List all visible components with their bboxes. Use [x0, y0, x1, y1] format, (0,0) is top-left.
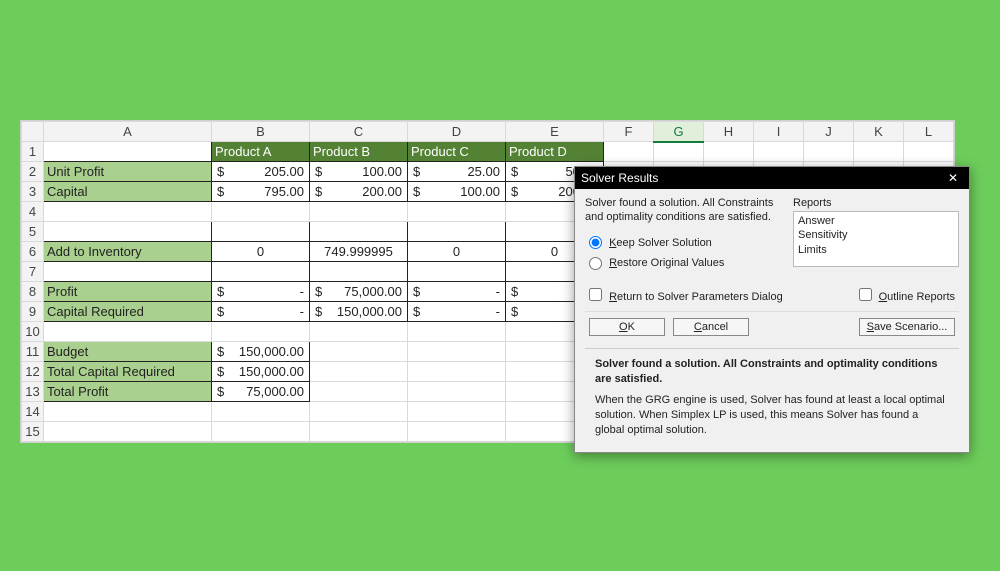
cell-B2[interactable]: $205.00	[212, 162, 310, 182]
cell-A1[interactable]	[44, 142, 212, 162]
checkbox-outline-reports[interactable]: Outline Reports	[859, 288, 956, 303]
solver-info-body: When the GRG engine is used, Solver has …	[595, 393, 949, 438]
radio-keep-solution[interactable]: Keep Solver Solution	[589, 237, 712, 249]
cell-D2[interactable]: $25.00	[408, 162, 506, 182]
cell-A12[interactable]: Total Capital Required	[44, 362, 212, 382]
report-option-limits[interactable]: Limits	[798, 243, 954, 257]
cell-D9[interactable]: $-	[408, 302, 506, 322]
solver-results-dialog: Solver Results ✕ Solver found a solution…	[574, 166, 970, 453]
colhead-B[interactable]: B	[212, 122, 310, 142]
row-1: 1 Product A Product B Product C Product …	[22, 142, 954, 162]
save-scenario-button[interactable]: Save Scenario...	[859, 318, 955, 336]
cell-E1[interactable]: Product D	[506, 142, 604, 162]
radio-restore-input[interactable]	[589, 257, 602, 270]
colhead-J[interactable]: J	[804, 122, 854, 142]
cell-A8[interactable]: Profit	[44, 282, 212, 302]
close-icon[interactable]: ✕	[943, 167, 963, 189]
cell-B11[interactable]: $150,000.00	[212, 342, 310, 362]
cell-I1[interactable]	[754, 142, 804, 162]
cell-F1[interactable]	[604, 142, 654, 162]
report-option-sensitivity[interactable]: Sensitivity	[798, 228, 954, 242]
cell-B13[interactable]: $75,000.00	[212, 382, 310, 402]
report-option-answer[interactable]: Answer	[798, 214, 954, 228]
cell-C1[interactable]: Product B	[310, 142, 408, 162]
colhead-A[interactable]: A	[44, 122, 212, 142]
cell-J1[interactable]	[804, 142, 854, 162]
cell-B3[interactable]: $795.00	[212, 182, 310, 202]
cell-D1[interactable]: Product C	[408, 142, 506, 162]
select-all-corner[interactable]	[22, 122, 44, 142]
checkbox-return-input[interactable]	[589, 288, 602, 301]
cell-C8[interactable]: $75,000.00	[310, 282, 408, 302]
cell-A13[interactable]: Total Profit	[44, 382, 212, 402]
rowhead-1[interactable]: 1	[22, 142, 44, 162]
cell-G1[interactable]	[654, 142, 704, 162]
colhead-F[interactable]: F	[604, 122, 654, 142]
dialog-titlebar[interactable]: Solver Results ✕	[575, 167, 969, 189]
cell-B6[interactable]: 0	[212, 242, 310, 262]
checkbox-return-dialog[interactable]: Return to Solver Parameters Dialog	[589, 288, 783, 303]
col-header-row: A B C D E F G H I J K L	[22, 122, 954, 142]
cell-B9[interactable]: $-	[212, 302, 310, 322]
colhead-G[interactable]: G	[654, 122, 704, 142]
solver-info-heading: Solver found a solution. All Constraints…	[595, 357, 949, 387]
cell-C6[interactable]: 749.999995	[310, 242, 408, 262]
colhead-C[interactable]: C	[310, 122, 408, 142]
cell-A9[interactable]: Capital Required	[44, 302, 212, 322]
radio-restore-values[interactable]: Restore Original Values	[589, 257, 724, 269]
cell-A3[interactable]: Capital	[44, 182, 212, 202]
cell-D3[interactable]: $100.00	[408, 182, 506, 202]
cell-K1[interactable]	[854, 142, 904, 162]
cancel-button[interactable]: Cancel	[673, 318, 749, 336]
cell-H1[interactable]	[704, 142, 754, 162]
cell-C3[interactable]: $200.00	[310, 182, 408, 202]
cell-L1[interactable]	[904, 142, 954, 162]
colhead-D[interactable]: D	[408, 122, 506, 142]
cell-C2[interactable]: $100.00	[310, 162, 408, 182]
solver-message: Solver found a solution. All Constraints…	[585, 197, 785, 231]
rowhead-3[interactable]: 3	[22, 182, 44, 202]
cell-A6[interactable]: Add to Inventory	[44, 242, 212, 262]
cell-A11[interactable]: Budget	[44, 342, 212, 362]
cell-B8[interactable]: $-	[212, 282, 310, 302]
colhead-K[interactable]: K	[854, 122, 904, 142]
colhead-H[interactable]: H	[704, 122, 754, 142]
checkbox-outline-input[interactable]	[859, 288, 872, 301]
ok-button[interactable]: OK	[589, 318, 665, 336]
colhead-L[interactable]: L	[904, 122, 954, 142]
colhead-I[interactable]: I	[754, 122, 804, 142]
cell-C9[interactable]: $150,000.00	[310, 302, 408, 322]
cell-B12[interactable]: $150,000.00	[212, 362, 310, 382]
rowhead-2[interactable]: 2	[22, 162, 44, 182]
radio-keep-input[interactable]	[589, 236, 602, 249]
dialog-title: Solver Results	[581, 167, 658, 189]
cell-D8[interactable]: $-	[408, 282, 506, 302]
reports-listbox[interactable]: Answer Sensitivity Limits	[793, 211, 959, 267]
reports-label: Reports	[793, 197, 959, 209]
cell-A2[interactable]: Unit Profit	[44, 162, 212, 182]
colhead-E[interactable]: E	[506, 122, 604, 142]
cell-B1[interactable]: Product A	[212, 142, 310, 162]
cell-D6[interactable]: 0	[408, 242, 506, 262]
